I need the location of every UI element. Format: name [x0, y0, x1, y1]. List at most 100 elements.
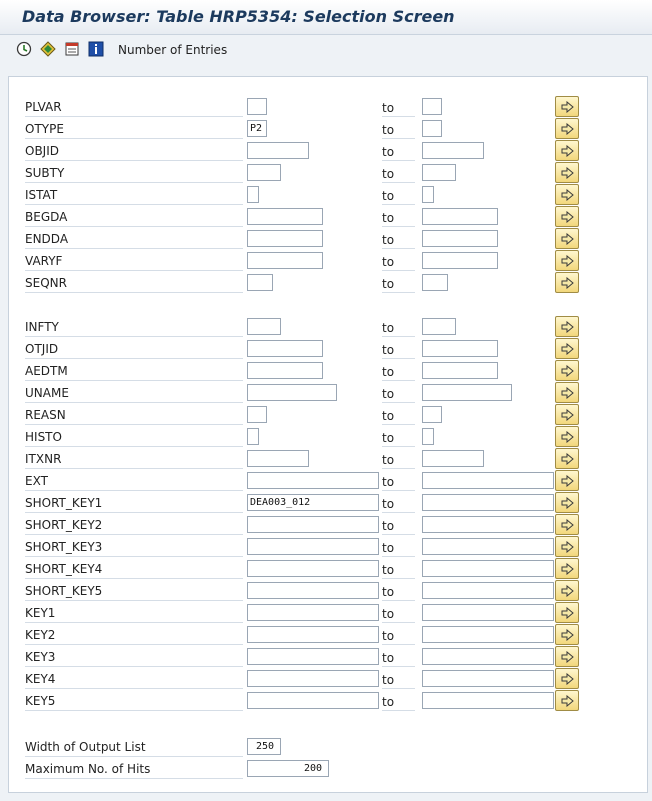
selection-fields-icon[interactable] [64, 41, 80, 57]
to-input-aedtm[interactable] [422, 362, 498, 379]
to-input-key3[interactable] [422, 648, 554, 665]
from-input-uname[interactable] [247, 384, 337, 401]
arrow-right-icon [561, 453, 574, 465]
from-input-key3[interactable] [247, 648, 379, 665]
field-label-itxnr: ITXNR [25, 452, 243, 469]
multiple-selection-button-objid[interactable] [555, 140, 579, 161]
from-input-key1[interactable] [247, 604, 379, 621]
number-of-entries-button[interactable]: Number of Entries [118, 43, 227, 57]
multiple-selection-button-key4[interactable] [555, 668, 579, 689]
multiple-selection-button-istat[interactable] [555, 184, 579, 205]
from-input-itxnr[interactable] [247, 450, 309, 467]
multiple-selection-button-uname[interactable] [555, 382, 579, 403]
from-input-istat[interactable] [247, 186, 259, 203]
multiple-selection-button-otjid[interactable] [555, 338, 579, 359]
from-input-plvar[interactable] [247, 98, 267, 115]
to-input-endda[interactable] [422, 230, 498, 247]
multiple-selection-button-short-key4[interactable] [555, 558, 579, 579]
to-label: to [382, 629, 415, 645]
from-input-subty[interactable] [247, 164, 281, 181]
to-input-histo[interactable] [422, 428, 434, 445]
to-label: to [382, 673, 415, 689]
selection-row-short-key5: SHORT_KEY5 to [9, 580, 647, 603]
to-input-short-key5[interactable] [422, 582, 554, 599]
from-input-short-key1[interactable]: DEA003_012 [247, 494, 379, 511]
to-input-short-key2[interactable] [422, 516, 554, 533]
to-input-begda[interactable] [422, 208, 498, 225]
multiple-selection-button-subty[interactable] [555, 162, 579, 183]
from-input-endda[interactable] [247, 230, 323, 247]
multiple-selection-button-begda[interactable] [555, 206, 579, 227]
from-input-short-key2[interactable] [247, 516, 379, 533]
to-input-plvar[interactable] [422, 98, 442, 115]
from-input-varyf[interactable] [247, 252, 323, 269]
multiple-selection-button-seqnr[interactable] [555, 272, 579, 293]
from-input-key2[interactable] [247, 626, 379, 643]
selection-row-infty: INFTY to [9, 316, 647, 339]
width-of-output-list-input[interactable]: 250 [247, 738, 281, 755]
to-input-istat[interactable] [422, 186, 434, 203]
from-input-histo[interactable] [247, 428, 259, 445]
to-input-key5[interactable] [422, 692, 554, 709]
to-input-short-key3[interactable] [422, 538, 554, 555]
to-input-otype[interactable] [422, 120, 442, 137]
to-input-seqnr[interactable] [422, 274, 448, 291]
multiple-selection-button-histo[interactable] [555, 426, 579, 447]
to-input-itxnr[interactable] [422, 450, 484, 467]
multiple-selection-button-plvar[interactable] [555, 96, 579, 117]
multiple-selection-button-infty[interactable] [555, 316, 579, 337]
selection-row-itxnr: ITXNR to [9, 448, 647, 471]
multiple-selection-button-short-key5[interactable] [555, 580, 579, 601]
from-input-short-key3[interactable] [247, 538, 379, 555]
from-input-infty[interactable] [247, 318, 281, 335]
multiple-selection-button-short-key1[interactable] [555, 492, 579, 513]
maximum-no-of-hits-input[interactable]: 200 [247, 760, 329, 777]
arrow-right-icon [561, 673, 574, 685]
to-input-reasn[interactable] [422, 406, 442, 423]
to-input-key1[interactable] [422, 604, 554, 621]
to-input-infty[interactable] [422, 318, 456, 335]
field-label-key1: KEY1 [25, 606, 243, 623]
from-input-otype[interactable]: P2 [247, 120, 267, 137]
to-input-uname[interactable] [422, 384, 512, 401]
multiple-selection-button-key3[interactable] [555, 646, 579, 667]
from-input-aedtm[interactable] [247, 362, 323, 379]
multiple-selection-button-itxnr[interactable] [555, 448, 579, 469]
from-input-short-key4[interactable] [247, 560, 379, 577]
to-input-short-key4[interactable] [422, 560, 554, 577]
multiple-selection-button-reasn[interactable] [555, 404, 579, 425]
info-icon[interactable] [88, 41, 104, 57]
field-label-otjid: OTJID [25, 342, 243, 359]
from-input-short-key5[interactable] [247, 582, 379, 599]
to-input-otjid[interactable] [422, 340, 498, 357]
multiple-selection-button-short-key2[interactable] [555, 514, 579, 535]
arrow-right-icon [561, 233, 574, 245]
from-input-ext[interactable] [247, 472, 379, 489]
multiple-selection-button-varyf[interactable] [555, 250, 579, 271]
multiple-selection-button-otype[interactable] [555, 118, 579, 139]
multiple-selection-button-key5[interactable] [555, 690, 579, 711]
from-input-begda[interactable] [247, 208, 323, 225]
to-input-subty[interactable] [422, 164, 456, 181]
from-input-otjid[interactable] [247, 340, 323, 357]
from-input-key4[interactable] [247, 670, 379, 687]
from-input-reasn[interactable] [247, 406, 267, 423]
from-input-seqnr[interactable] [247, 274, 273, 291]
from-input-objid[interactable] [247, 142, 309, 159]
multiple-selection-button-ext[interactable] [555, 470, 579, 491]
from-input-key5[interactable] [247, 692, 379, 709]
selection-options-icon[interactable] [40, 41, 56, 57]
to-input-varyf[interactable] [422, 252, 498, 269]
multiple-selection-button-key2[interactable] [555, 624, 579, 645]
multiple-selection-button-short-key3[interactable] [555, 536, 579, 557]
to-input-ext[interactable] [422, 472, 554, 489]
multiple-selection-button-endda[interactable] [555, 228, 579, 249]
multiple-selection-button-key1[interactable] [555, 602, 579, 623]
field-label-key5: KEY5 [25, 694, 243, 711]
to-input-short-key1[interactable] [422, 494, 554, 511]
multiple-selection-button-aedtm[interactable] [555, 360, 579, 381]
to-input-key4[interactable] [422, 670, 554, 687]
to-input-objid[interactable] [422, 142, 484, 159]
to-input-key2[interactable] [422, 626, 554, 643]
execute-icon[interactable] [16, 41, 32, 57]
